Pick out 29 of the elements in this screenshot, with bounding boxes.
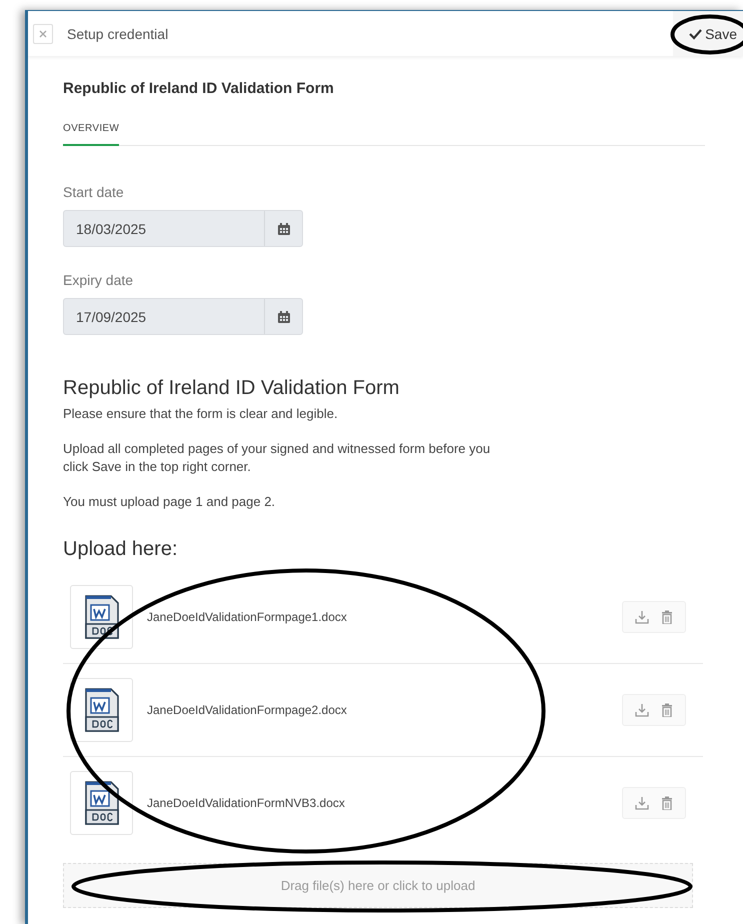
- field-label: Start date: [63, 184, 125, 200]
- trash-icon[interactable]: [661, 703, 673, 717]
- close-icon: [38, 28, 48, 38]
- document-icon: [84, 595, 118, 639]
- window-title: Setup credential: [67, 26, 170, 42]
- section-heading: Republic of Ireland ID Validation Form: [63, 377, 400, 400]
- date-field[interactable]: 17/09/2025: [63, 298, 303, 335]
- trash-icon[interactable]: [661, 610, 673, 624]
- file-name: JaneDoeIdValidationFormNVB3.docx: [147, 796, 346, 810]
- file-name: JaneDoeIdValidationFormpage2.docx: [147, 703, 348, 717]
- document-icon: [84, 781, 118, 825]
- calendar-icon[interactable]: [278, 310, 290, 322]
- field-label: Expiry date: [63, 272, 134, 288]
- download-icon[interactable]: [635, 703, 649, 717]
- instruction-text: You must upload page 1 and page 2.: [63, 493, 276, 511]
- instruction-text: Upload all completed pages of your signed and witnessed form before you click Save in the top right corner.: [63, 440, 492, 476]
- form-title: Republic of Ireland ID Validation Form: [63, 80, 335, 97]
- upload-heading: Upload here:: [63, 538, 179, 561]
- trash-icon[interactable]: [661, 796, 673, 810]
- instruction-text: Please ensure that the form is clear and legible.: [63, 405, 339, 423]
- date-field[interactable]: 18/03/2025: [63, 210, 303, 247]
- file-name: JaneDoeIdValidationFormpage1.docx: [147, 610, 348, 624]
- close-button[interactable]: [33, 24, 53, 44]
- calendar-icon[interactable]: [278, 222, 290, 234]
- check-icon: [689, 28, 702, 40]
- download-icon[interactable]: [635, 610, 649, 624]
- document-icon: [84, 688, 118, 732]
- tab[interactable]: OVERVIEW: [63, 123, 120, 146]
- download-icon[interactable]: [635, 796, 649, 810]
